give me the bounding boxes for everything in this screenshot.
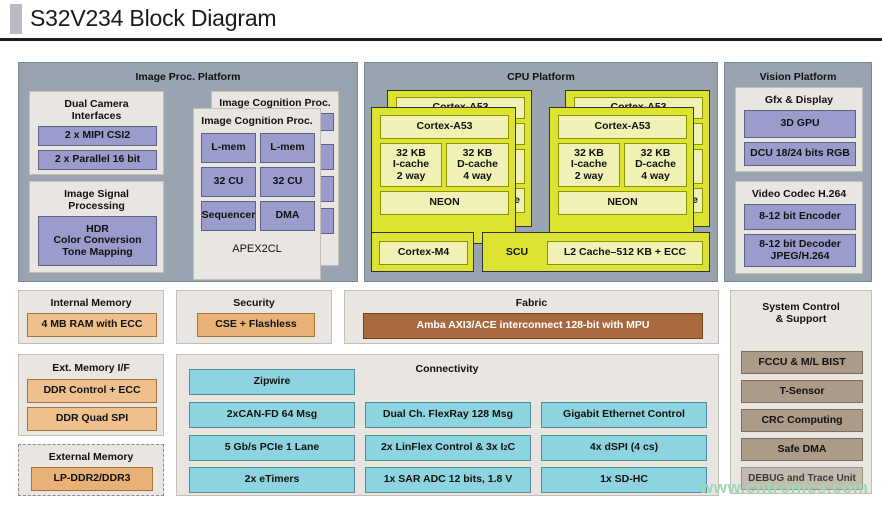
linflex-label-pre: 2x LinFlex Control & 3x I (380, 441, 504, 454)
scu-l2-card: SCU L2 Cache–512 KB + ECC (482, 232, 710, 272)
chip-lp-ddr2-ddr3[interactable]: LP-DDR2/DDR3 (31, 467, 153, 491)
dual-camera-title-line2: Interfaces (71, 110, 122, 122)
cortex-a53-front-label-a[interactable]: Cortex-A53 (380, 115, 509, 139)
dcache-b[interactable]: 32 KB D-cache 4 way (624, 143, 687, 187)
chip-decoder[interactable]: 8-12 bit Decoder JPEG/H.264 (744, 234, 856, 267)
external-memory-title: External Memory (48, 451, 134, 463)
chip-gigabit-ethernet[interactable]: Gigabit Ethernet Control (541, 402, 707, 428)
chip-parallel-16bit[interactable]: 2 x Parallel 16 bit (38, 150, 157, 170)
chip-32cu-left[interactable]: 32 CU (201, 167, 256, 197)
isp-title-line2: Processing (68, 200, 125, 212)
cortex-a53-cluster-b-front: Cortex-A53 32 KB I-cache 2 way 32 KB D-c… (549, 107, 694, 244)
chip-cortex-m4[interactable]: Cortex-M4 (379, 241, 468, 265)
chip-crc-computing[interactable]: CRC Computing (741, 409, 863, 432)
apex2cl-footer: APEX2CL (232, 243, 282, 255)
isp-title-line1: Image Signal (64, 188, 129, 200)
chip-sd-hc[interactable]: 1x SD-HC (541, 467, 707, 493)
dcache-b-ways: 4 way (641, 169, 670, 182)
cpu-platform-title: CPU Platform (507, 71, 575, 83)
chip-dma[interactable]: DMA (260, 201, 315, 231)
chip-zipwire[interactable]: Zipwire (189, 369, 355, 395)
chip-encoder[interactable]: 8-12 bit Encoder (744, 204, 856, 230)
dual-camera-interfaces-card: Dual Camera Interfaces 2 x MIPI CSI2 2 x… (29, 91, 164, 175)
neon-b[interactable]: NEON (558, 191, 687, 215)
chip-dcu-rgb[interactable]: DCU 18/24 bits RGB (744, 142, 856, 166)
chip-sequencer[interactable]: Sequencer (201, 201, 256, 231)
image-proc-platform-title: Image Proc. Platform (135, 71, 241, 83)
cortex-a53-cluster-a-front: Cortex-A53 32 KB I-cache 2 way 32 KB D-c… (371, 107, 516, 244)
cpu-platform: CPU Platform Cortex-A53 e Cortex-A53 32 … (364, 62, 718, 282)
page-header: S32V234 Block Diagram (0, 0, 882, 42)
chip-3d-gpu[interactable]: 3D GPU (744, 110, 856, 138)
security-card: Security CSE + Flashless (176, 290, 332, 344)
chip-flexray[interactable]: Dual Ch. FlexRay 128 Msg (365, 402, 531, 428)
chip-scu[interactable]: SCU (491, 241, 543, 265)
linflex-label-post: C (507, 441, 516, 454)
ext-memory-if-title: Ext. Memory I/F (52, 362, 130, 374)
chip-cse-flashless[interactable]: CSE + Flashless (197, 313, 315, 337)
image-signal-processing-card: Image Signal Processing HDR Color Conver… (29, 181, 164, 273)
video-codec-card: Video Codec H.264 8-12 bit Encoder 8-12 … (735, 181, 863, 274)
cortex-m4-card: Cortex-M4 (371, 232, 474, 272)
image-proc-platform: Image Proc. Platform Dual Camera Interfa… (18, 62, 358, 282)
image-cognition-proc-front-card: Image Cognition Proc. L-mem L-mem 32 CU … (193, 108, 321, 280)
icache-a-ways: 2 way (396, 169, 426, 182)
neon-a[interactable]: NEON (380, 191, 509, 215)
system-control-title-line1: System Control (762, 301, 840, 313)
chip-t-sensor[interactable]: T-Sensor (741, 380, 863, 403)
dcache-a[interactable]: 32 KB D-cache 4 way (446, 143, 509, 187)
security-title: Security (233, 297, 275, 309)
dcache-a-ways: 4 way (463, 169, 492, 182)
chip-lmem-left[interactable]: L-mem (201, 133, 256, 163)
connectivity-card: Connectivity Zipwire 2xCAN-FD 64 Msg 5 G… (176, 354, 719, 496)
decoder-line1: 8-12 bit Decoder (759, 238, 841, 250)
vision-platform: Vision Platform Gfx & Display 3D GPU DCU… (724, 62, 872, 282)
image-cognition-front-title: Image Cognition Proc. (201, 115, 313, 127)
chip-mipi-csi2[interactable]: 2 x MIPI CSI2 (38, 126, 157, 146)
chip-lmem-right[interactable]: L-mem (260, 133, 315, 163)
chip-amba-interconnect[interactable]: Amba AXI3/ACE interconnect 128-bit with … (363, 313, 703, 339)
chip-32cu-right[interactable]: 32 CU (260, 167, 315, 197)
chip-fccu-bist[interactable]: FCCU & M/L BIST (741, 351, 863, 374)
chip-ddr-control-ecc[interactable]: DDR Control + ECC (27, 379, 157, 403)
block-diagram-page: S32V234 Block Diagram Image Proc. Platfo… (0, 0, 882, 505)
ext-memory-if-card: Ext. Memory I/F DDR Control + ECC DDR Qu… (18, 354, 164, 436)
gfx-display-title: Gfx & Display (764, 94, 834, 106)
chip-internal-ram[interactable]: 4 MB RAM with ECC (27, 313, 157, 337)
internal-memory-title: Internal Memory (50, 297, 132, 309)
decoder-line2: JPEG/H.264 (770, 249, 830, 262)
header-accent-bar (10, 4, 22, 34)
dual-camera-title-line1: Dual Camera (64, 98, 129, 110)
internal-memory-card: Internal Memory 4 MB RAM with ECC (18, 290, 164, 344)
gfx-display-card: Gfx & Display 3D GPU DCU 18/24 bits RGB (735, 87, 863, 172)
chip-dspi[interactable]: 4x dSPI (4 cs) (541, 435, 707, 461)
chip-debug-trace-unit[interactable]: DEBUG and Trace Unit (741, 467, 863, 490)
external-memory-card: External Memory LP-DDR2/DDR3 (18, 444, 164, 496)
chip-isp-functions[interactable]: HDR Color Conversion Tone Mapping (38, 216, 157, 266)
vision-platform-title: Vision Platform (759, 71, 837, 83)
isp-tone-mapping-label: Tone Mapping (62, 245, 133, 258)
chip-linflex-i2c[interactable]: 2x LinFlex Control & 3x I2C (365, 435, 531, 461)
chip-etimers[interactable]: 2x eTimers (189, 467, 355, 493)
cortex-a53-front-label-b[interactable]: Cortex-A53 (558, 115, 687, 139)
chip-can-fd[interactable]: 2xCAN-FD 64 Msg (189, 402, 355, 428)
chip-pcie[interactable]: 5 Gb/s PCIe 1 Lane (189, 435, 355, 461)
page-title: S32V234 Block Diagram (30, 5, 277, 31)
fabric-title: Fabric (515, 297, 548, 309)
icache-a[interactable]: 32 KB I-cache 2 way (380, 143, 442, 187)
system-control-title-line2: & Support (775, 313, 827, 325)
video-codec-title: Video Codec H.264 (751, 188, 847, 200)
icache-b[interactable]: 32 KB I-cache 2 way (558, 143, 620, 187)
system-control-card: System Control & Support FCCU & M/L BIST… (730, 290, 872, 494)
chip-sar-adc[interactable]: 1x SAR ADC 12 bits, 1.8 V (365, 467, 531, 493)
header-divider (0, 38, 882, 41)
chip-ddr-quad-spi[interactable]: DDR Quad SPI (27, 407, 157, 431)
icache-b-ways: 2 way (574, 169, 604, 182)
chip-safe-dma[interactable]: Safe DMA (741, 438, 863, 461)
chip-l2-cache[interactable]: L2 Cache–512 KB + ECC (547, 241, 703, 265)
fabric-card: Fabric Amba AXI3/ACE interconnect 128-bi… (344, 290, 719, 344)
